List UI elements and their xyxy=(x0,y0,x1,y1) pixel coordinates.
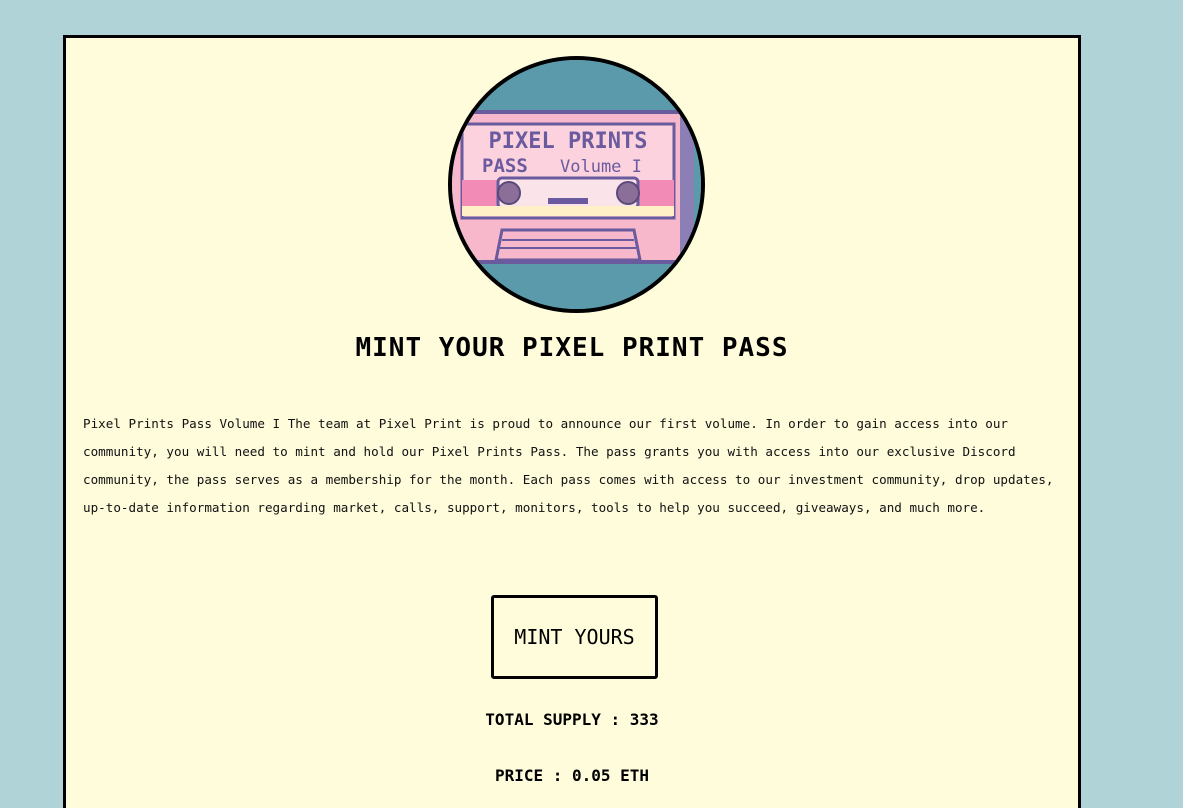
cassette-tape-icon: PIXEL PRINTS PASS Volume I xyxy=(452,60,701,309)
svg-text:PASS: PASS xyxy=(482,155,528,177)
mint-card: PIXEL PRINTS PASS Volume I MINT YOUR PIX… xyxy=(63,35,1081,808)
price-text: PRICE : 0.05 ETH xyxy=(494,766,650,785)
total-supply-text: TOTAL SUPPLY : 333 xyxy=(485,710,659,729)
svg-text:PIXEL PRINTS: PIXEL PRINTS xyxy=(489,129,648,154)
pass-description: Pixel Prints Pass Volume I The team at P… xyxy=(83,416,1054,515)
pixel-prints-pass-image: PIXEL PRINTS PASS Volume I xyxy=(448,56,705,313)
page-title: MINT YOUR PIXEL PRINT PASS xyxy=(355,333,789,363)
mint-button[interactable]: MINT YOURS xyxy=(491,595,658,679)
svg-text:Volume I: Volume I xyxy=(560,157,642,177)
